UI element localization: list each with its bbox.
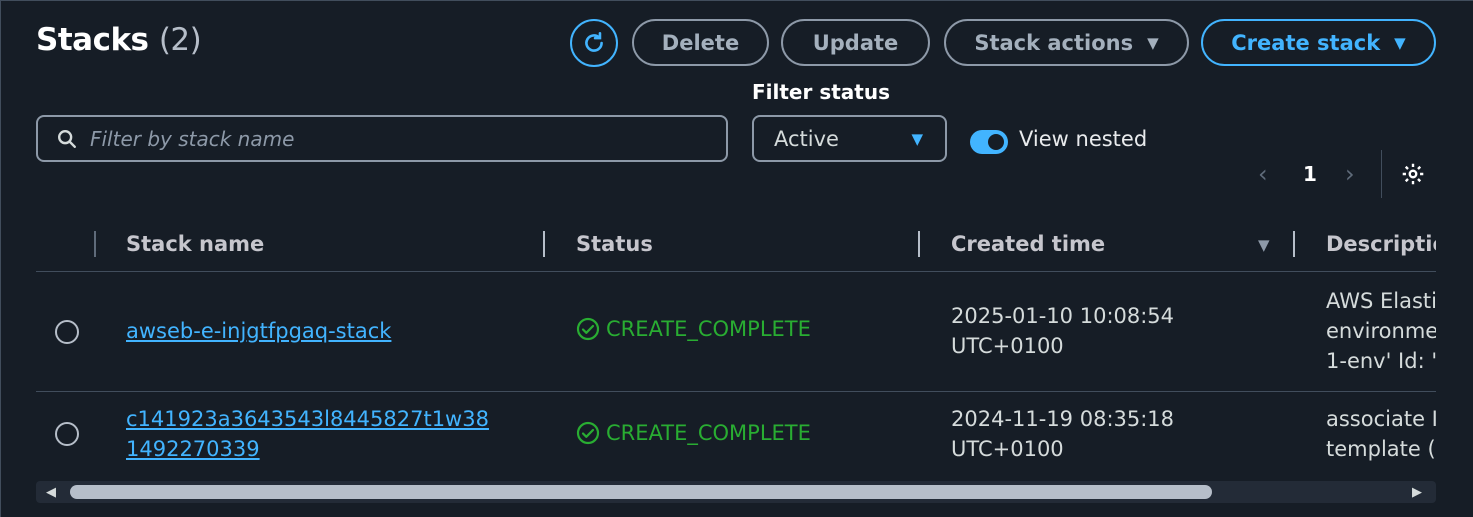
status-text: CREATE_COMPLETE <box>606 317 811 341</box>
column-header-created-time[interactable]: Created time <box>951 232 1105 256</box>
create-stack-button[interactable]: Create stack ▼ <box>1201 19 1436 66</box>
column-header-status[interactable]: Status <box>576 232 653 256</box>
row-select-radio[interactable] <box>55 422 79 446</box>
refresh-button[interactable] <box>570 19 618 67</box>
created-timezone: UTC+0100 <box>951 334 1064 358</box>
title-text: Stacks <box>36 22 149 58</box>
toggle-knob <box>988 134 1004 150</box>
column-divider[interactable] <box>918 231 920 257</box>
stack-name-link[interactable]: awseb-e-injgtfpgaq-stack <box>126 316 391 346</box>
column-header-stack-name[interactable]: Stack name <box>126 232 264 256</box>
page-title: Stacks (2) <box>36 22 202 58</box>
filter-status-label: Filter status <box>752 80 890 104</box>
created-time-cell: 2025-01-10 10:08:54 UTC+0100 <box>951 301 1174 361</box>
table-header: Stack name Status Created time ▼ Descrip… <box>36 222 1436 272</box>
stack-count: (2) <box>158 22 202 58</box>
description-cell: AWS Elastic environment 1-env' Id: ' <box>1326 286 1436 376</box>
column-divider <box>94 231 96 257</box>
chevron-right-icon[interactable]: › <box>1345 160 1355 188</box>
view-nested-toggle[interactable] <box>970 130 1008 154</box>
scrollbar-thumb[interactable] <box>70 485 1212 499</box>
description-cell: associate IP template ( <box>1326 404 1436 464</box>
status-cell: CREATE_COMPLETE <box>576 317 811 341</box>
search-input[interactable]: Filter by stack name <box>36 115 728 162</box>
scroll-left-icon[interactable]: ◀ <box>46 485 56 500</box>
table-row: awseb-e-injgtfpgaq-stack CREATE_COMPLETE… <box>36 272 1436 392</box>
caret-down-icon: ▼ <box>1394 33 1406 52</box>
current-page[interactable]: 1 <box>1303 162 1317 186</box>
filter-status-value: Active <box>774 126 839 151</box>
description-line: associate IP <box>1326 407 1436 431</box>
update-button[interactable]: Update <box>781 19 930 66</box>
update-label: Update <box>812 30 899 55</box>
column-header-description[interactable]: Description <box>1326 232 1436 256</box>
description-line: template ( <box>1326 437 1436 461</box>
stack-actions-label: Stack actions <box>974 30 1134 55</box>
row-select-radio[interactable] <box>55 320 79 344</box>
delete-button[interactable]: Delete <box>632 19 769 66</box>
sort-descending-icon[interactable]: ▼ <box>1258 236 1270 254</box>
created-date: 2024-11-19 08:35:18 <box>951 407 1175 431</box>
column-divider[interactable] <box>543 231 545 257</box>
created-date: 2025-01-10 10:08:54 <box>951 304 1175 328</box>
success-check-icon <box>576 317 600 341</box>
delete-label: Delete <box>661 30 740 55</box>
table-row: c141923a3643543l8445827t1w38 1492270339 … <box>36 392 1436 480</box>
created-timezone: UTC+0100 <box>951 437 1064 461</box>
column-divider[interactable] <box>1293 231 1295 257</box>
description-line: environment <box>1326 319 1436 343</box>
status-text: CREATE_COMPLETE <box>606 421 811 445</box>
refresh-icon <box>585 31 603 52</box>
stack-actions-button[interactable]: Stack actions ▼ <box>944 19 1189 66</box>
filter-status-select[interactable]: Active ▼ <box>752 115 947 162</box>
description-line: 1-env' Id: ' <box>1326 349 1436 373</box>
horizontal-scrollbar[interactable]: ◀ ▶ <box>36 481 1436 503</box>
caret-down-icon: ▼ <box>911 129 923 148</box>
view-nested-label: View nested <box>1019 127 1148 151</box>
success-check-icon <box>576 421 600 445</box>
stack-name-link[interactable]: c141923a3643543l8445827t1w38 1492270339 <box>126 404 489 464</box>
search-placeholder: Filter by stack name <box>90 126 295 151</box>
description-line: AWS Elastic <box>1326 289 1436 313</box>
caret-down-icon: ▼ <box>1147 33 1159 52</box>
pager-divider <box>1381 150 1382 198</box>
scroll-right-icon[interactable]: ▶ <box>1412 485 1422 500</box>
stack-name-line[interactable]: c141923a3643543l8445827t1w38 <box>126 404 489 434</box>
chevron-left-icon[interactable]: ‹ <box>1258 160 1268 188</box>
status-cell: CREATE_COMPLETE <box>576 421 811 445</box>
gear-icon[interactable] <box>1400 161 1426 191</box>
search-icon <box>58 129 76 148</box>
stack-name-line[interactable]: 1492270339 <box>126 434 489 464</box>
created-time-cell: 2024-11-19 08:35:18 UTC+0100 <box>951 404 1174 464</box>
create-stack-label: Create stack <box>1231 30 1381 55</box>
